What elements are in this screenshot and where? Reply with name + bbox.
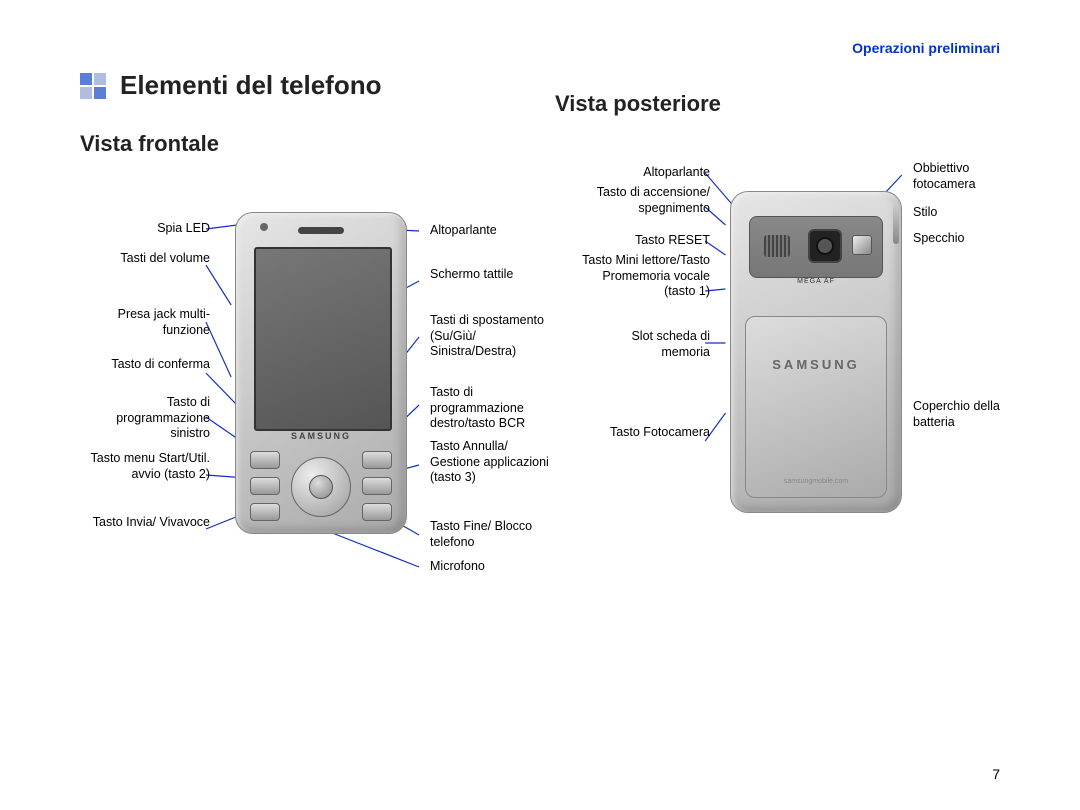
label-altoparlante-rear: Altoparlante [643, 165, 710, 181]
label-tasto-annulla: Tasto Annulla/ Gestione applicazioni (ta… [430, 439, 560, 486]
label-tasto-fine: Tasto Fine/ Blocco telefono [430, 519, 560, 550]
page-number: 7 [992, 766, 1000, 782]
label-schermo: Schermo tattile [430, 267, 550, 283]
label-tasto-fotocamera: Tasto Fotocamera [590, 425, 710, 441]
label-prog-destro: Tasto di programmazione destro/tasto BCR [430, 385, 570, 432]
label-tasti-spostamento: Tasti di spostamento (Su/Giù/ Sinistra/D… [430, 313, 560, 360]
phone-front-illustration: SAMSUNG [235, 212, 407, 534]
label-presa-jack: Presa jack multi-funzione [90, 307, 210, 338]
section-header: Operazioni preliminari [852, 40, 1000, 56]
label-obbiettivo: Obbiettivo fotocamera [913, 161, 1023, 192]
label-slot-memoria: Slot scheda di memoria [590, 329, 710, 360]
front-diagram: SAMSUNG Spia LED Tasti del volume Presa … [80, 157, 545, 637]
label-microfono: Microfono [430, 559, 485, 575]
label-tasti-volume: Tasti del volume [120, 251, 210, 267]
label-tasto-menu: Tasto menu Start/Util. avvio (tasto 2) [80, 451, 210, 482]
label-reset: Tasto RESET [635, 233, 710, 249]
label-mini-lettore: Tasto Mini lettore/Tasto Promemoria voca… [570, 253, 710, 300]
rear-diagram: MEGA AF SAMSUNG samsungmobile.com Altopa… [555, 161, 1020, 641]
label-altoparlante-front: Altoparlante [430, 223, 497, 239]
page-title: Elementi del telefono [120, 70, 382, 101]
title-icon [80, 73, 106, 99]
label-tasto-conferma: Tasto di conferma [90, 357, 210, 373]
label-prog-sinistro: Tasto di programmazione sinistro [80, 395, 210, 442]
label-spia-led: Spia LED [157, 221, 210, 237]
phone-back-illustration: MEGA AF SAMSUNG samsungmobile.com [730, 191, 902, 513]
label-stilo: Stilo [913, 205, 937, 221]
label-accensione: Tasto di accensione/ spegnimento [590, 185, 710, 216]
label-coperchio: Coperchio della batteria [913, 399, 1023, 430]
rear-subtitle: Vista posteriore [555, 91, 721, 117]
label-tasto-invia: Tasto Invia/ Vivavoce [90, 515, 210, 531]
front-subtitle: Vista frontale [80, 131, 545, 157]
label-specchio: Specchio [913, 231, 964, 247]
